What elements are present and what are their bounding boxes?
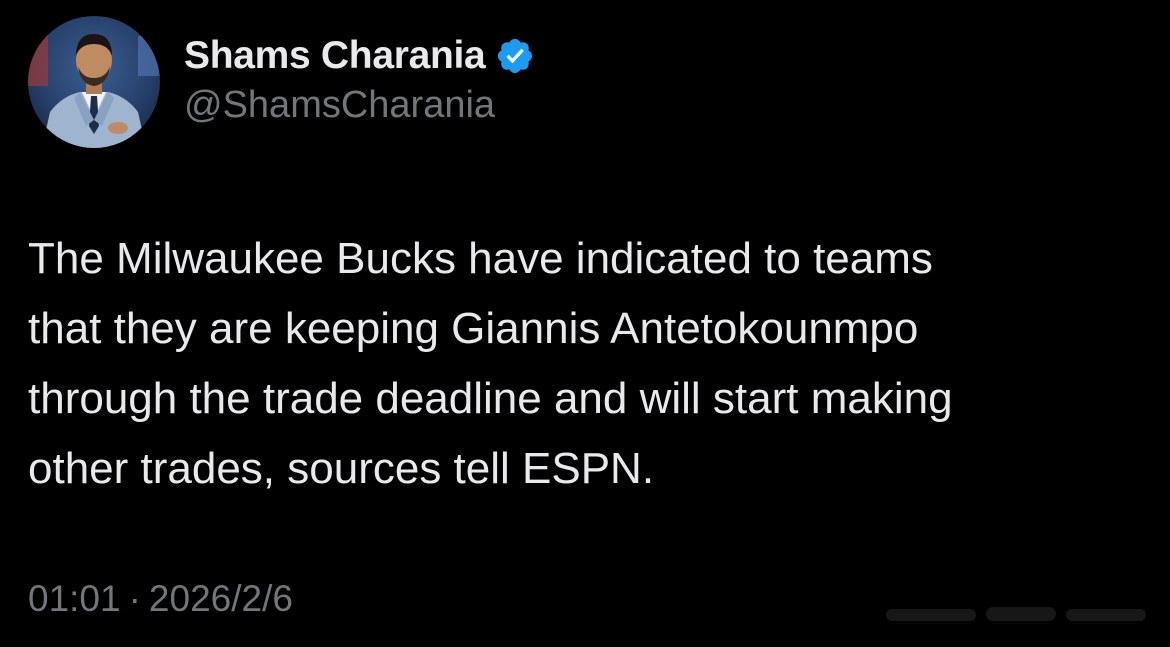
- tweet-header: Shams Charania @ShamsCharania: [28, 16, 535, 148]
- author-display-name[interactable]: Shams Charania: [184, 34, 486, 78]
- author-identity: Shams Charania @ShamsCharania: [184, 32, 535, 127]
- tweet-time: 01:01: [28, 578, 121, 619]
- tweet-date: 2026/2/6: [148, 578, 293, 619]
- author-handle[interactable]: @ShamsCharania: [184, 84, 535, 127]
- watermark: [886, 599, 1156, 629]
- tweet-card: Shams Charania @ShamsCharania The Milwau…: [0, 0, 1170, 647]
- tweet-timestamp[interactable]: 01:01 · 2026/2/6: [28, 578, 293, 620]
- profile-photo-icon: [28, 16, 160, 148]
- meta-separator: ·: [128, 578, 141, 619]
- avatar[interactable]: [28, 16, 160, 148]
- verified-badge-icon: [495, 36, 535, 76]
- tweet-text: The Milwaukee Bucks have indicated to te…: [28, 234, 953, 493]
- name-row: Shams Charania: [184, 32, 535, 80]
